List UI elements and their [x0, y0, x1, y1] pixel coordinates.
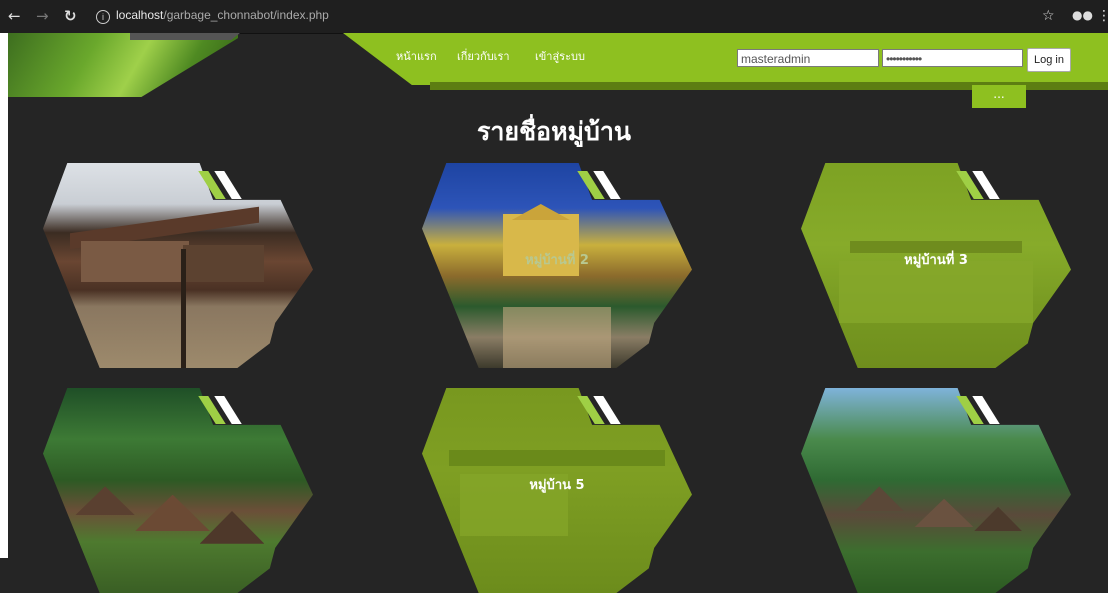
village-image-1 [43, 163, 313, 368]
nav-login[interactable]: เข้าสู่ระบบ [535, 47, 585, 65]
incognito-icon[interactable]: ●● [1072, 8, 1093, 22]
village-image-6 [801, 388, 1071, 593]
menu-tab[interactable]: ... [972, 85, 1026, 108]
card-ribbon [198, 171, 251, 199]
nav-about[interactable]: เกี่ยวกับเรา [457, 47, 510, 65]
card-ribbon [577, 171, 630, 199]
info-icon[interactable]: i [96, 10, 110, 24]
back-icon[interactable]: ← [8, 7, 21, 25]
card-ribbon [956, 396, 1009, 424]
card-ribbon [956, 171, 1009, 199]
banner-accent [130, 33, 240, 40]
star-icon[interactable]: ☆ [1042, 8, 1055, 24]
reload-icon[interactable]: ↻ [64, 7, 77, 25]
url-path: /garbage_chonnabot/index.php [163, 8, 329, 22]
village-card-2[interactable]: หมู่บ้านที่ 2 [422, 163, 692, 368]
village-card-1[interactable] [43, 163, 313, 368]
username-input[interactable]: masteradmin [737, 49, 879, 67]
header-banner-image [8, 33, 238, 97]
address-bar[interactable]: i localhost/garbage_chonnabot/index.php [96, 8, 329, 24]
login-button[interactable]: Log in [1027, 48, 1071, 72]
village-label-2: หมู่บ้านที่ 2 [525, 253, 589, 268]
page-title: รายชื่อหมู่บ้าน [476, 117, 632, 146]
card-ribbon [198, 396, 251, 424]
village-image-4 [43, 388, 313, 593]
card-ribbon [577, 396, 630, 424]
village-card-5[interactable]: หมู่บ้าน 5 [422, 388, 692, 593]
village-card-6[interactable] [801, 388, 1071, 593]
forward-icon[interactable]: → [36, 7, 49, 25]
nav-home[interactable]: หน้าแรก [396, 47, 437, 65]
password-input[interactable]: ••••••••••• [882, 49, 1023, 67]
village-label-5: หมู่บ้าน 5 [529, 478, 585, 493]
village-card-3[interactable]: หมู่บ้านที่ 3 [801, 163, 1071, 368]
village-card-4[interactable] [43, 388, 313, 593]
browser-toolbar: ← → ↻ i localhost/garbage_chonnabot/index… [0, 0, 1108, 34]
menu-icon[interactable]: ⋮ [1097, 8, 1108, 24]
url-host: localhost [116, 8, 164, 22]
village-label-3: หมู่บ้านที่ 3 [904, 253, 968, 268]
